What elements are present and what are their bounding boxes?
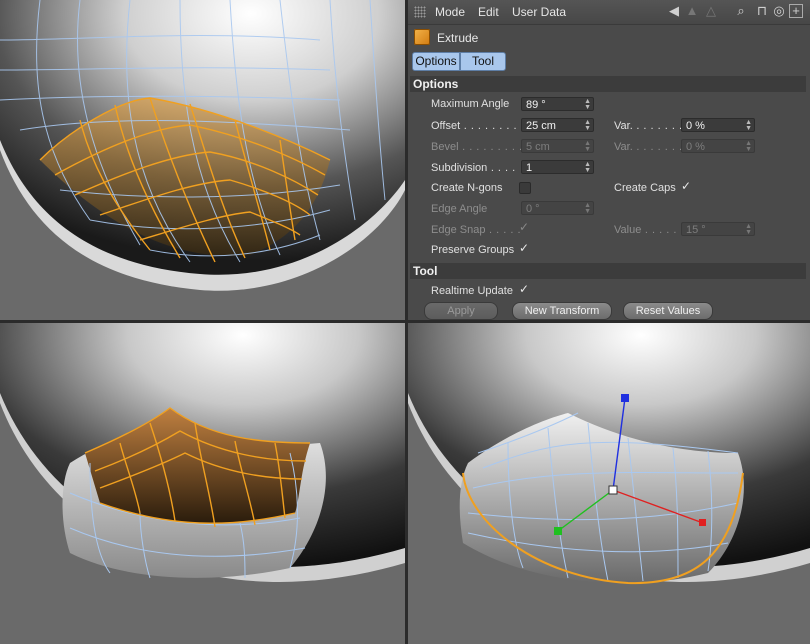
viewport-render-bottom-right (408, 323, 810, 644)
menu-mode[interactable]: Mode (435, 5, 465, 19)
max-angle-spinner-icon[interactable]: ▲ ▼ (584, 98, 591, 111)
bevel-label: Bevel . . . . . . . . . . (431, 141, 530, 153)
menu-user-data[interactable]: User Data (512, 5, 566, 19)
bevel-field[interactable]: 5 cm ▲ ▼ (521, 139, 594, 153)
bevel-spinner-icon[interactable]: ▲ ▼ (584, 140, 591, 153)
object-header: Extrude (408, 26, 810, 50)
offset-label: Offset . . . . . . . . . (431, 120, 525, 132)
bevel-var-label: Var. . . . . . . . . (614, 141, 690, 153)
menu-bar: Mode Edit User Data ◀ ▲ △ ⌕ ⊓ ◎ + (408, 0, 810, 25)
tab-tool[interactable]: Tool (460, 52, 506, 71)
target-icon[interactable]: ◎ (771, 3, 787, 19)
forward-arrow-icon[interactable]: ▲ (684, 3, 700, 19)
bevel-var-spinner-icon[interactable]: ▲ ▼ (745, 140, 752, 153)
back-arrow-icon[interactable]: ◀ (664, 3, 684, 19)
preserve-groups-checkbox[interactable]: ✓ (518, 242, 530, 254)
section-tool-header[interactable]: Tool (410, 263, 806, 279)
offset-value: 25 cm (526, 120, 556, 132)
tab-options[interactable]: Options (412, 52, 460, 71)
offset-var-field[interactable]: 0 % ▲ ▼ (681, 118, 755, 132)
search-icon[interactable]: ⌕ (733, 3, 749, 19)
edge-snap-value-field[interactable]: 15 ° ▲ ▼ (681, 222, 755, 236)
preserve-groups-label: Preserve Groups (431, 244, 515, 256)
subdivision-value: 1 (526, 162, 533, 174)
offset-var-spinner-icon[interactable]: ▲ ▼ (745, 119, 752, 132)
new-transform-button[interactable]: New Transform (512, 302, 612, 320)
edge-angle-value: 0 ° (526, 203, 540, 215)
edge-angle-field[interactable]: 0 ° ▲ ▼ (521, 201, 594, 215)
create-ngons-checkbox[interactable] (519, 182, 531, 194)
offset-var-label: Var. . . . . . . . . (614, 120, 690, 132)
bevel-value: 5 cm (526, 141, 550, 153)
reset-values-button[interactable]: Reset Values (623, 302, 713, 320)
edge-snap-value-label: Value . . . . . . (614, 224, 685, 236)
edge-snap-label: Edge Snap . . . . . (431, 224, 521, 236)
section-options-header[interactable]: Options (410, 76, 806, 92)
panel-grip-icon[interactable] (414, 6, 426, 18)
viewport-bottom-left[interactable] (0, 323, 405, 644)
viewport-render-bottom-left (0, 323, 405, 644)
attribute-manager: Mode Edit User Data ◀ ▲ △ ⌕ ⊓ ◎ + Extrud… (408, 0, 810, 320)
viewport-render-top-left (0, 0, 405, 320)
object-title: Extrude (437, 31, 479, 45)
subdivision-field[interactable]: 1 ▲ ▼ (521, 160, 594, 174)
max-angle-field[interactable]: 89 ° ▲ ▼ (521, 97, 594, 111)
edge-snap-value-spinner-icon[interactable]: ▲ ▼ (745, 223, 752, 236)
menu-edit[interactable]: Edit (478, 5, 499, 19)
edge-snap-value: 15 ° (686, 224, 706, 236)
max-angle-label: Maximum Angle (431, 98, 510, 110)
bevel-var-value: 0 % (686, 141, 705, 153)
lock-icon[interactable]: ⊓ (754, 3, 770, 19)
edge-angle-spinner-icon[interactable]: ▲ ▼ (584, 202, 591, 215)
subdivision-label: Subdivision . . . . (431, 162, 516, 174)
realtime-update-checkbox[interactable]: ✓ (518, 283, 530, 295)
extrude-cube-icon (414, 29, 430, 45)
up-arrow-icon[interactable]: △ (703, 3, 719, 19)
bevel-var-field[interactable]: 0 % ▲ ▼ (681, 139, 755, 153)
apply-button[interactable]: Apply (424, 302, 498, 320)
max-angle-value: 89 ° (526, 99, 546, 111)
realtime-update-label: Realtime Update (431, 285, 513, 297)
offset-field[interactable]: 25 cm ▲ ▼ (521, 118, 594, 132)
create-caps-checkbox[interactable]: ✓ (680, 180, 692, 192)
offset-spinner-icon[interactable]: ▲ ▼ (584, 119, 591, 132)
offset-var-value: 0 % (686, 120, 705, 132)
create-ngons-label: Create N-gons (431, 182, 503, 194)
subdivision-spinner-icon[interactable]: ▲ ▼ (584, 161, 591, 174)
edge-snap-checkbox[interactable]: ✓ (518, 221, 530, 233)
edge-angle-label: Edge Angle (431, 203, 488, 215)
new-panel-icon[interactable]: + (789, 4, 803, 18)
viewport-top-left[interactable] (0, 0, 405, 320)
create-caps-label: Create Caps (614, 182, 676, 194)
viewport-bottom-right[interactable] (408, 323, 810, 644)
